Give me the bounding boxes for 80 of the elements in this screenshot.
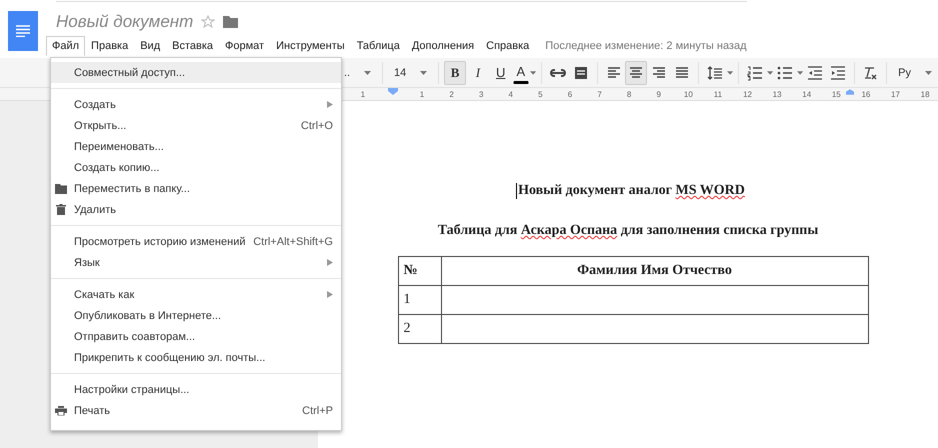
ruler-number: 10: [684, 90, 693, 98]
table-header-cell: Фамилия Имя Отчество: [441, 256, 868, 286]
bulleted-list-icon: [776, 64, 794, 82]
menu-item[interactable]: Вставка: [166, 36, 220, 56]
menu-option[interactable]: Скачать как: [51, 284, 341, 305]
caret-icon: [925, 70, 932, 74]
menu-item[interactable]: Инструменты: [270, 36, 351, 56]
printer-icon: [55, 405, 67, 416]
table-cell: 2: [398, 314, 441, 344]
ruler-number: 13: [772, 90, 782, 98]
trash-icon: [55, 204, 67, 215]
ruler-number: 2: [449, 90, 454, 98]
menu-item[interactable]: Таблица: [350, 36, 406, 56]
menu-option[interactable]: Переместить в папку...: [51, 178, 341, 199]
dropdown-button[interactable]: ..: [338, 62, 378, 82]
caret-icon: [364, 70, 372, 74]
document-heading: Новый документ аналог MS WORD: [516, 183, 745, 199]
caret-icon: [796, 70, 803, 74]
folder-icon: [55, 183, 67, 194]
ruler-number: 14: [802, 90, 812, 98]
ruler-number: 12: [743, 90, 752, 98]
menu-option[interactable]: Прикрепить к сообщению эл. почты...: [51, 347, 341, 368]
menu-item[interactable]: Формат: [219, 36, 270, 56]
ruler-number: 7: [597, 90, 602, 98]
folder-icon[interactable]: [223, 16, 238, 28]
table-header-cell: №: [398, 256, 441, 286]
dropdown-button[interactable]: 14: [388, 62, 434, 82]
menu-option[interactable]: Удалить: [51, 199, 341, 220]
align-center-button[interactable]: [625, 60, 648, 84]
line-spacing-icon: [706, 64, 724, 82]
menu-option[interactable]: Совместный доступ...: [51, 62, 341, 83]
ruler-number: 9: [656, 90, 661, 98]
shortcut-label: Ctrl+Alt+Shift+G: [253, 236, 333, 248]
text-color-button[interactable]: A: [512, 62, 529, 84]
menu-option[interactable]: Язык: [51, 252, 341, 273]
ruler-number: 4: [508, 90, 513, 98]
menu-option[interactable]: Открыть... Ctrl+O: [51, 115, 341, 136]
ruler-number: 11: [714, 90, 722, 98]
menu-option[interactable]: Опубликовать в Интернете...: [51, 305, 341, 326]
menu-option[interactable]: Переименовать...: [51, 136, 341, 157]
caret-icon: [766, 70, 773, 74]
ruler-number: 15: [832, 90, 841, 98]
menu-option[interactable]: Создать копию...: [51, 157, 341, 178]
caret-icon: [530, 70, 536, 74]
ruler-number: 5: [538, 90, 543, 98]
ruler-number: 17: [891, 90, 900, 98]
menu-item[interactable]: Файл: [46, 36, 86, 56]
ruler-number: 1: [360, 90, 366, 98]
document-title[interactable]: Новый документ: [56, 12, 194, 32]
menu-item[interactable]: Правка: [85, 36, 134, 56]
ruler-number: 6: [568, 90, 572, 98]
ruler-number: 1: [420, 90, 424, 98]
ruler-number: 8: [626, 90, 632, 98]
menu-option[interactable]: Отправить соавторам...: [51, 326, 341, 347]
menu-item[interactable]: Вид: [134, 36, 166, 56]
caret-icon: [726, 70, 733, 74]
italic-button[interactable]: I: [466, 60, 489, 84]
menu-option[interactable]: Создать: [51, 94, 341, 115]
ruler-number: 3: [478, 90, 484, 98]
menu-option[interactable]: Просмотреть историю изменений Ctrl+Alt+Shift+G: [51, 231, 341, 252]
star-icon[interactable]: [201, 15, 216, 29]
increase-indent-icon: [828, 64, 847, 82]
menu-option[interactable]: Печать Ctrl+P: [51, 400, 341, 421]
docs-logo-icon[interactable]: [8, 11, 38, 51]
caret-icon: [420, 70, 428, 74]
table-cell: 1: [398, 286, 441, 314]
shortcut-label: Ctrl+O: [300, 120, 333, 132]
menu-option[interactable]: Настройки страницы...: [51, 379, 341, 400]
underline-button[interactable]: U: [490, 60, 512, 84]
menu-item[interactable]: Дополнения: [406, 36, 480, 56]
document-subheading: Таблица для Аскара Оспана для заполнения списка группы: [438, 223, 818, 239]
ruler-number: 18: [920, 90, 930, 98]
dropdown-button[interactable]: Ру: [892, 62, 938, 82]
bold-button[interactable]: B: [444, 60, 466, 84]
last-edit-link[interactable]: Последнее изменение: 2 минуты назад: [545, 40, 747, 52]
ruler-number: 16: [861, 90, 870, 98]
menu-item[interactable]: Справка: [480, 36, 536, 56]
shortcut-label: Ctrl+P: [302, 404, 333, 416]
decrease-indent-icon: [806, 64, 824, 82]
numbered-list-icon: [746, 64, 764, 82]
